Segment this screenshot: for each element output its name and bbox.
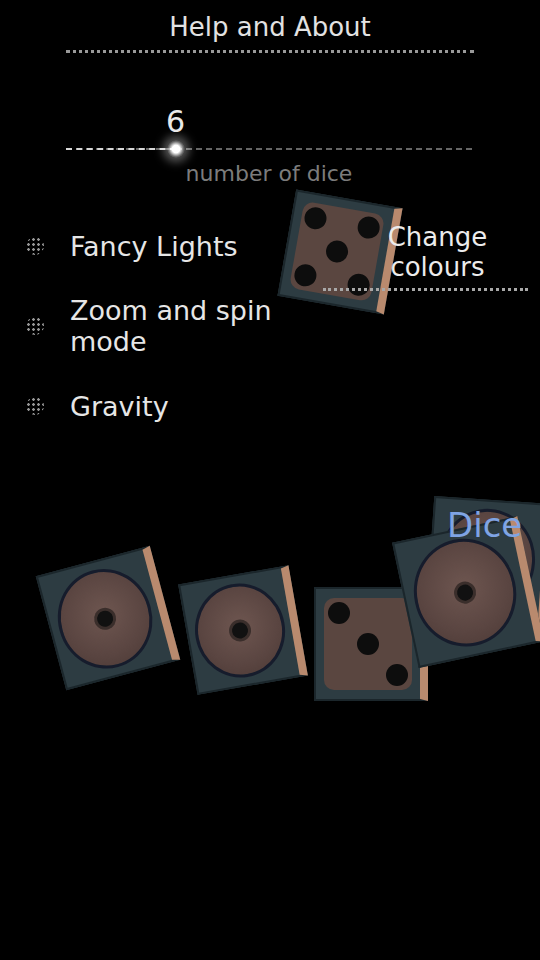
dice-canvas [0,0,540,960]
slider-thumb[interactable] [167,140,185,158]
options-list: Fancy Lights Zoom and spin mode Gravity [0,206,323,446]
option-label: Fancy Lights [70,231,238,262]
die-face [188,576,293,685]
dice-label: Dice [447,505,522,545]
slider-fill [66,148,176,150]
checkbox-icon[interactable] [26,237,44,255]
slider-label: number of dice [66,161,472,186]
pip [386,633,408,655]
change-colours-button[interactable]: Change colours [323,222,528,291]
checkbox-icon[interactable] [26,317,44,335]
help-about-link[interactable]: Help and About [66,0,474,53]
dice-count-slider[interactable]: 6 number of dice [66,99,472,186]
pip [328,664,350,686]
pip [386,602,408,624]
slider-value: 6 [166,104,185,139]
pip [456,583,475,602]
pip [386,664,408,686]
pip [357,664,379,686]
slider-value-row: 6 [66,99,472,139]
settings-panel: Help and About 6 number of dice Fancy Light… [0,0,540,446]
option-row[interactable]: Fancy Lights [26,206,323,286]
pip [328,633,350,655]
slider-track[interactable] [66,139,472,159]
die[interactable] [314,587,428,701]
option-row[interactable]: Zoom and spin mode [26,286,323,366]
option-label: Gravity [70,391,169,422]
die-face [47,559,164,680]
die[interactable] [178,565,308,695]
option-label: Zoom and spin mode [70,295,323,357]
pip [478,551,495,568]
pip [357,633,379,655]
option-row[interactable]: Gravity [26,366,323,446]
checkbox-icon[interactable] [26,397,44,415]
pip [297,234,322,259]
pip [231,621,250,640]
die[interactable] [36,546,181,691]
pip [95,609,115,629]
pip [292,263,317,288]
pip [328,602,350,624]
die-face [324,598,411,690]
options-area: Fancy Lights Zoom and spin mode Gravity Cha… [0,206,540,446]
pip [357,602,379,624]
die-face [404,529,527,656]
dice-screen: Help and About 6 number of dice Fancy Light… [0,0,540,960]
